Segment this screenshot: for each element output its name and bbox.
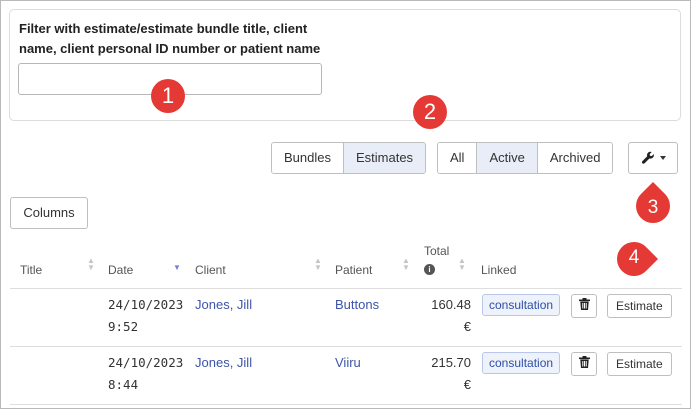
row-client-link[interactable]: Jones, Jill: [195, 352, 252, 374]
linked-badge[interactable]: consultation: [482, 352, 561, 374]
sort-client-icon[interactable]: ▲ ▼: [314, 257, 322, 272]
trash-icon: [578, 297, 590, 315]
marker-1: 1: [151, 79, 185, 113]
header-linked: Linked: [481, 263, 517, 277]
info-icon[interactable]: i: [424, 264, 435, 275]
linked-badge[interactable]: consultation: [482, 294, 561, 316]
row-time: 9:52: [108, 319, 139, 334]
row-date: 24/10/2023: [108, 355, 184, 370]
header-date[interactable]: Date: [108, 263, 133, 277]
delete-button[interactable]: [571, 294, 597, 318]
all-toggle[interactable]: All: [438, 143, 478, 173]
header-client[interactable]: Client: [195, 263, 226, 277]
row-currency: €: [463, 377, 471, 392]
sort-date-icon[interactable]: ▲ ▼: [173, 257, 181, 272]
view-toggle: Bundles Estimates: [271, 142, 427, 174]
archived-toggle[interactable]: Archived: [537, 143, 613, 173]
header-title[interactable]: Title: [20, 263, 42, 277]
row-client-link[interactable]: Jones, Jill: [195, 294, 252, 316]
header-total[interactable]: Total: [424, 244, 449, 258]
marker-2: 2: [413, 95, 447, 129]
active-toggle[interactable]: Active: [477, 143, 538, 173]
tools-dropdown-button[interactable]: [628, 142, 678, 174]
marker-4: 4: [609, 234, 659, 284]
filter-label: Filter with estimate/estimate bundle tit…: [19, 21, 321, 56]
row-total: 215.70: [431, 355, 471, 370]
row-date: 24/10/2023: [108, 297, 184, 312]
sort-total-icon[interactable]: ▲ ▼: [458, 257, 466, 272]
row-total: 160.48: [431, 297, 471, 312]
caret-down-icon: [659, 156, 666, 160]
sort-patient-icon[interactable]: ▲ ▼: [402, 257, 410, 272]
columns-button[interactable]: Columns: [10, 197, 88, 229]
estimate-button[interactable]: Estimate: [607, 352, 672, 376]
row-currency: €: [463, 319, 471, 334]
estimate-button[interactable]: Estimate: [607, 294, 672, 318]
wrench-icon: [641, 151, 655, 165]
row-time: 8:44: [108, 377, 139, 392]
sort-title-icon[interactable]: ▲ ▼: [87, 257, 95, 272]
row-divider: [10, 404, 682, 405]
header-patient[interactable]: Patient: [335, 263, 372, 277]
status-toggle: All Active Archived: [437, 142, 614, 174]
bundles-toggle[interactable]: Bundles: [272, 143, 344, 173]
delete-button[interactable]: [571, 352, 597, 376]
trash-icon: [578, 355, 590, 373]
row-patient-link[interactable]: Viiru: [335, 352, 361, 374]
row-patient-link[interactable]: Buttons: [335, 294, 379, 316]
estimates-toggle[interactable]: Estimates: [343, 143, 426, 173]
marker-3: 3: [628, 181, 678, 231]
